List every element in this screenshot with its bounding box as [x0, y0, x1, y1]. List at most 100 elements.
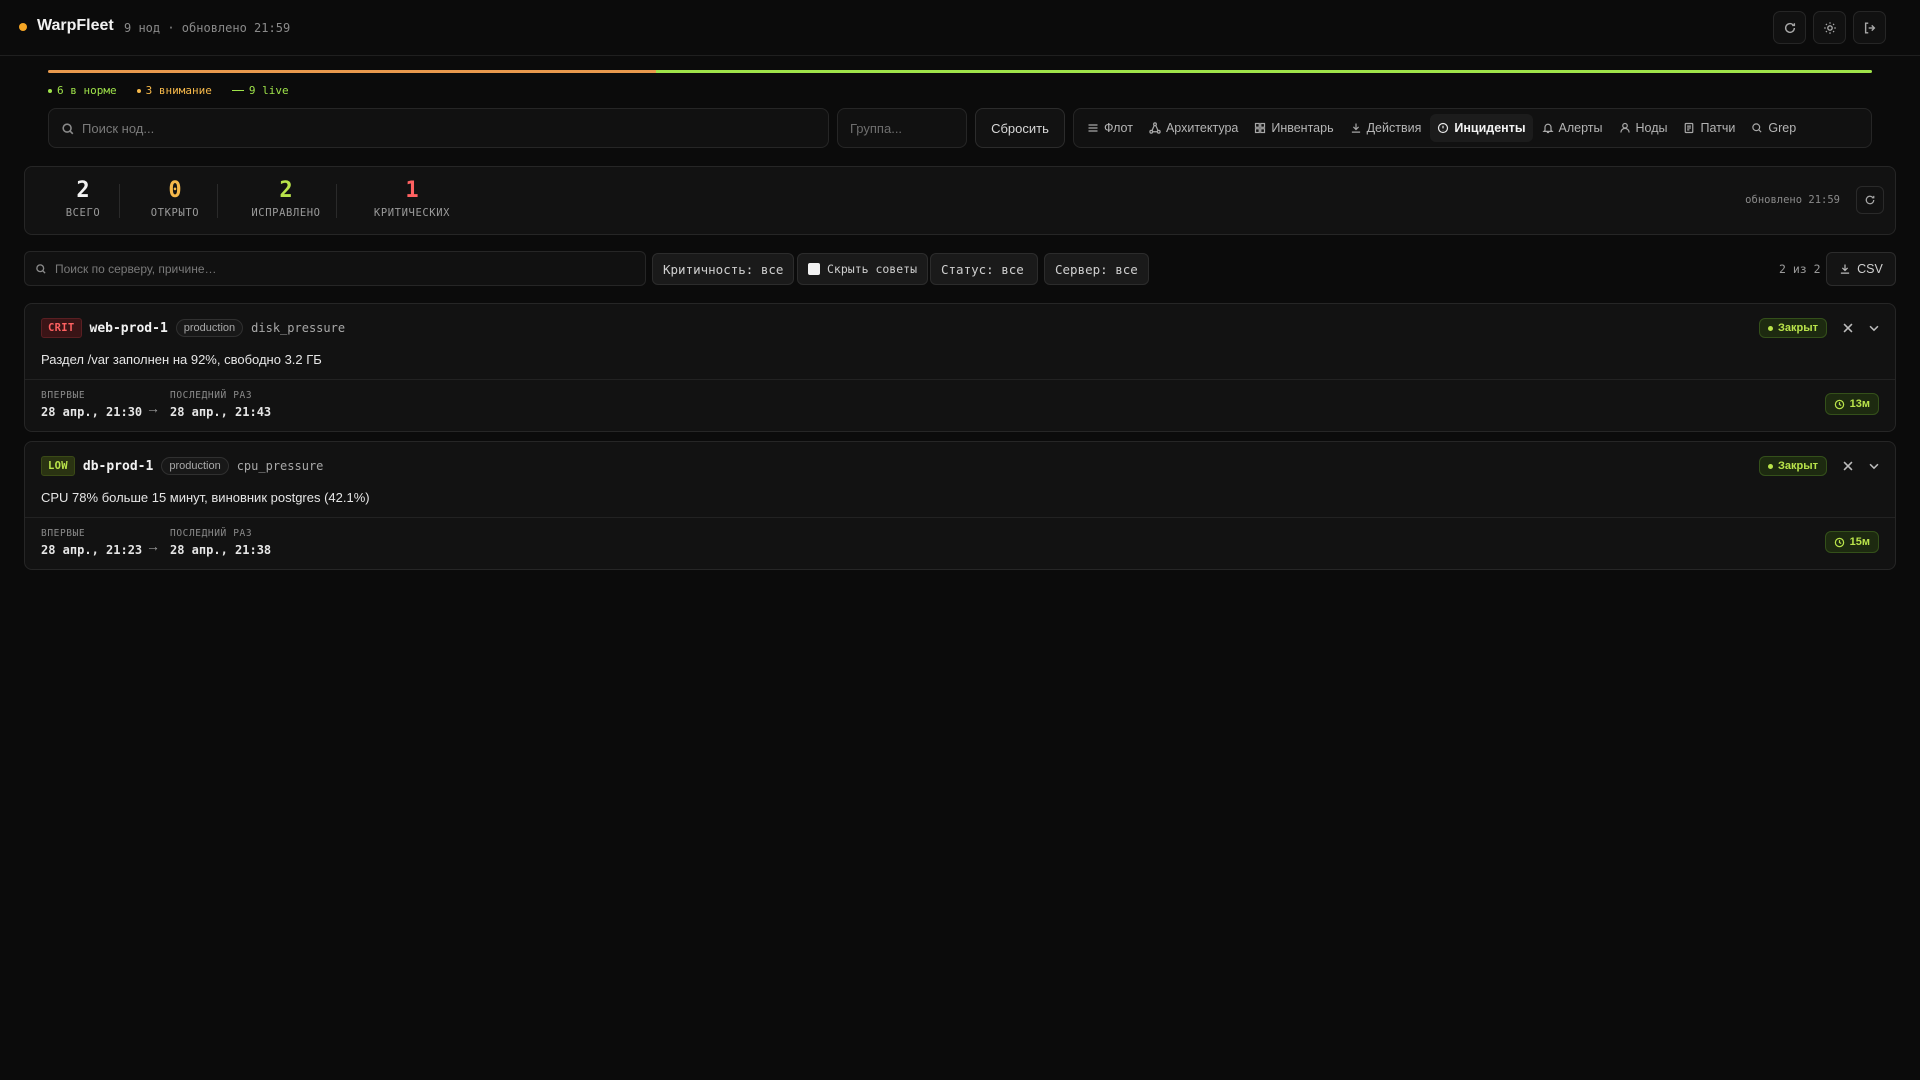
- first-seen: ВПЕРВЫЕ 28 апр., 21:30: [41, 390, 142, 419]
- close-button[interactable]: [1841, 321, 1855, 335]
- last-seen-value: 28 апр., 21:38: [170, 543, 272, 557]
- stat-critical: 1 КРИТИЧЕСКИХ: [356, 178, 468, 220]
- status-badge: Закрыт: [1758, 318, 1827, 338]
- theme-toggle-button[interactable]: [1813, 11, 1846, 44]
- expand-button[interactable]: [1867, 321, 1881, 335]
- last-seen-value: 28 апр., 21:43: [170, 405, 272, 419]
- stat-fixed-value: 2: [279, 178, 293, 203]
- incident-search-placeholder: Поиск по серверу, причине…: [55, 262, 217, 276]
- severity-filter[interactable]: Критичность: все: [652, 253, 795, 285]
- refresh-button[interactable]: [1773, 11, 1806, 44]
- legend-warn: 3 внимание: [136, 84, 212, 97]
- group-input[interactable]: Группа...: [837, 108, 967, 148]
- health-ok-segment: [655, 70, 1872, 73]
- legend-ok-label: 6 в норме: [57, 84, 117, 97]
- incident-stats-panel: 2 ВСЕГО 0 ОТКРЫТО 2 ИСПРАВЛЕНО 1 КРИТИЧЕ…: [24, 166, 1896, 235]
- incident-card[interactable]: LOW db-prod-1 production cpu_pressure CP…: [24, 441, 1896, 570]
- severity-badge: LOW: [41, 456, 75, 476]
- nav-grep[interactable]: Grep: [1744, 114, 1803, 142]
- health-legend: 6 в норме 3 внимание 9 live: [48, 84, 289, 97]
- nav-architecture-label: Архитектура: [1165, 121, 1239, 135]
- reset-button[interactable]: Сбросить: [975, 108, 1065, 148]
- close-icon: [1843, 323, 1853, 333]
- stats-updated: обновлено 21:59: [1745, 194, 1840, 206]
- incident-type: disk_pressure: [251, 321, 346, 335]
- status-label: Закрыт: [1777, 322, 1818, 334]
- nav-incidents-label: Инциденты: [1454, 121, 1526, 135]
- sun-icon: [1823, 21, 1836, 34]
- download-icon: [1841, 264, 1850, 274]
- server-filter[interactable]: Сервер: все: [1044, 253, 1149, 285]
- warn-dot-icon: [136, 88, 141, 93]
- arrow-right-icon: →: [146, 400, 160, 416]
- incident-host[interactable]: db-prod-1: [83, 459, 153, 474]
- first-seen-label: ВПЕРВЫЕ: [41, 528, 86, 539]
- clock-icon: [1834, 399, 1844, 409]
- last-seen-label: ПОСЛЕДНИЙ РАЗ: [170, 528, 253, 539]
- health-progress-bar: [48, 70, 1872, 73]
- legend-warn-label: 3 внимание: [145, 84, 212, 97]
- nav-alerts[interactable]: Алерты: [1535, 114, 1610, 142]
- hide-tips-toggle[interactable]: Скрыть советы: [797, 253, 929, 285]
- nav-architecture[interactable]: Архитектура: [1142, 114, 1245, 142]
- nav-actions-label: Действия: [1366, 121, 1422, 135]
- nav-patches[interactable]: Патчи: [1676, 114, 1742, 142]
- stats-refresh-button[interactable]: [1856, 186, 1884, 214]
- hide-tips-label: Скрыть советы: [827, 262, 918, 276]
- duration-label: 13м: [1849, 398, 1870, 410]
- nav-alerts-label: Алерты: [1558, 121, 1603, 135]
- node-search-input[interactable]: Поиск нод...: [48, 108, 829, 148]
- status-dot-icon: [1767, 325, 1773, 331]
- incident-type: cpu_pressure: [236, 459, 324, 473]
- checkbox-icon[interactable]: [808, 263, 820, 275]
- app-title: WarpFleet: [37, 17, 114, 34]
- nav-actions[interactable]: Действия: [1343, 114, 1429, 142]
- close-button[interactable]: [1841, 459, 1855, 473]
- nav-incidents[interactable]: Инциденты: [1430, 114, 1533, 142]
- app-meta: 9 нод · обновлено 21:59: [124, 21, 291, 35]
- close-icon: [1843, 461, 1853, 471]
- first-seen-value: 28 апр., 21:30: [41, 405, 143, 419]
- nav-nodes-label: Ноды: [1635, 121, 1668, 135]
- legend-ok: 6 в норме: [48, 84, 117, 97]
- network-icon: [1149, 122, 1161, 134]
- health-warn-segment: [48, 70, 656, 73]
- nav-fleet-label: Флот: [1104, 121, 1133, 135]
- csv-export-button[interactable]: CSV: [1826, 252, 1896, 286]
- chevron-down-icon: [1869, 463, 1879, 470]
- nav-nodes[interactable]: Ноды: [1612, 114, 1675, 142]
- stat-total-value: 2: [76, 178, 90, 203]
- incident-host[interactable]: web-prod-1: [90, 321, 168, 336]
- nav-inventory[interactable]: Инвентарь: [1247, 114, 1340, 142]
- stat-fixed: 2 ИСПРАВЛЕНО: [236, 178, 336, 220]
- expand-button[interactable]: [1867, 459, 1881, 473]
- incident-card[interactable]: CRIT web-prod-1 production disk_pressure…: [24, 303, 1896, 432]
- stat-total: 2 ВСЕГО: [59, 178, 107, 220]
- file-icon: [1685, 122, 1694, 134]
- result-count: 2 из 2: [1779, 262, 1821, 276]
- incident-search-input[interactable]: Поиск по серверу, причине…: [24, 251, 646, 286]
- duration-badge: 13м: [1824, 393, 1879, 415]
- list-icon: [1088, 124, 1098, 132]
- status-badge: Закрыт: [1758, 456, 1827, 476]
- stat-open-value: 0: [168, 178, 182, 203]
- nav-fleet[interactable]: Флот: [1080, 114, 1140, 142]
- chevron-down-icon: [1869, 325, 1879, 332]
- status-filter[interactable]: Статус: все: [930, 253, 1038, 285]
- ok-dot-icon: [48, 88, 52, 93]
- nav-inventory-label: Инвентарь: [1271, 121, 1334, 135]
- last-seen: ПОСЛЕДНИЙ РАЗ 28 апр., 21:38: [170, 528, 271, 557]
- legend-live-label: 9 live: [248, 84, 289, 97]
- status-dot-icon: [1767, 463, 1773, 469]
- refresh-icon: [1865, 195, 1875, 205]
- arrow-right-icon: →: [146, 538, 160, 554]
- status-dot: [19, 23, 27, 31]
- nav-grep-label: Grep: [1768, 121, 1797, 135]
- logout-button[interactable]: [1853, 11, 1886, 44]
- card-divider: [25, 517, 1895, 518]
- download-icon: [1351, 123, 1360, 133]
- live-line-icon: [231, 90, 244, 91]
- stat-critical-value: 1: [405, 178, 419, 203]
- card-divider: [25, 379, 1895, 380]
- duration-label: 15м: [1849, 536, 1870, 548]
